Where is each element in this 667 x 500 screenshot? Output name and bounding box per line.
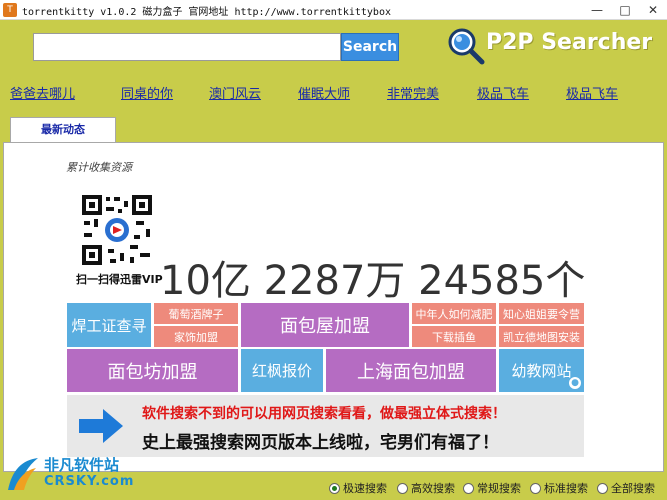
ad-home-decor[interactable]: 家饰加盟 — [154, 326, 238, 347]
radio-icon[interactable] — [463, 482, 474, 494]
ad-welder-cert[interactable]: 焊工证查寻 — [67, 303, 151, 347]
ad-bread-house[interactable]: 面包屋加盟 — [241, 303, 409, 347]
promo-banner[interactable]: 软件搜索不到的可以用网页搜索看看，做最强立体式搜索！ 史上最强搜索网页版本上线啦… — [67, 395, 584, 457]
hot-link[interactable]: 极品飞车 — [566, 83, 618, 102]
hot-link[interactable]: 澳门风云 — [209, 83, 261, 102]
paw-icon: ● — [569, 377, 581, 389]
radio-selected-icon[interactable] — [329, 482, 340, 494]
watermark-cn: 非凡软件站 — [44, 456, 120, 474]
tab-latest-news[interactable]: 最新动态 — [10, 117, 116, 142]
radio-icon[interactable] — [397, 482, 408, 494]
qr-code-icon[interactable] — [80, 193, 154, 267]
promo-line-1: 软件搜索不到的可以用网页搜索看看，做最强立体式搜索！ — [142, 406, 506, 422]
search-button[interactable]: Search — [341, 33, 399, 61]
mode-label: 高效搜索 — [411, 482, 455, 495]
logo-text: P2P Searcher — [486, 30, 653, 55]
hot-links-bar: 爸爸去哪儿 同桌的你 澳门风云 催眠大师 非常完美 极品飞车 极品飞车 — [0, 76, 667, 104]
mode-regular[interactable]: 常规搜索 — [463, 480, 521, 496]
total-resource-count: 10亿 2287万 24585个 — [160, 258, 586, 304]
mode-efficient[interactable]: 高效搜索 — [397, 480, 455, 496]
ad-kindergarten[interactable]: 幼教网站 ● — [499, 349, 584, 392]
mode-fast[interactable]: 极速搜索 — [329, 480, 387, 496]
magnifier-icon — [448, 28, 485, 65]
ad-shanghai-bread[interactable]: 上海面包加盟 — [326, 349, 496, 392]
app-icon: T — [3, 3, 17, 17]
window-title: torrentkitty v1.0.2 磁力盒子 官网地址 http://www… — [22, 7, 391, 18]
hot-link[interactable]: 同桌的你 — [121, 83, 173, 102]
ad-download[interactable]: 下载插鱼 — [412, 326, 496, 347]
search-input[interactable] — [33, 33, 341, 61]
maximize-button[interactable]: □ — [611, 0, 639, 20]
search-mode-bar: 极速搜索 高效搜索 常规搜索 标准搜索 全部搜索 — [0, 476, 667, 500]
mode-label: 常规搜索 — [477, 482, 521, 495]
ad-weight-loss[interactable]: 中年人如何减肥 — [412, 303, 496, 324]
mode-label: 极速搜索 — [343, 482, 387, 495]
minimize-button[interactable]: — — [583, 0, 611, 20]
header: Search P2P Searcher — [0, 20, 667, 76]
ad-summer-camp[interactable]: 知心姐姐要令营 — [499, 303, 584, 324]
hot-link[interactable]: 非常完美 — [387, 83, 439, 102]
arrow-right-icon — [79, 409, 123, 443]
ad-red-maple[interactable]: 红枫报价 — [241, 349, 323, 392]
mode-label: 标准搜索 — [544, 482, 588, 495]
mode-standard[interactable]: 标准搜索 — [530, 480, 588, 496]
radio-icon[interactable] — [597, 482, 608, 494]
hot-link[interactable]: 催眠大师 — [298, 83, 350, 102]
qr-caption: 扫一扫得迅雷VIP — [76, 273, 163, 286]
ad-bakery[interactable]: 面包坊加盟 — [67, 349, 238, 392]
hot-link[interactable]: 爸爸去哪儿 — [10, 83, 75, 102]
ad-map-install[interactable]: 凯立德地图安装 — [499, 326, 584, 347]
hot-link[interactable]: 极品飞车 — [477, 83, 529, 102]
close-button[interactable]: ✕ — [639, 0, 667, 20]
mode-label: 全部搜索 — [611, 482, 655, 495]
mode-all[interactable]: 全部搜索 — [597, 480, 655, 496]
ad-kindergarten-label: 幼教网站 — [511, 362, 572, 380]
stats-label: 累计收集资源 — [66, 161, 132, 174]
promo-line-2: 史上最强搜索网页版本上线啦，宅男们有福了！ — [142, 433, 499, 453]
radio-icon[interactable] — [530, 482, 541, 494]
ad-wine-brand[interactable]: 葡萄酒牌子 — [154, 303, 238, 324]
title-bar: T torrentkitty v1.0.2 磁力盒子 官网地址 http://w… — [0, 0, 667, 20]
